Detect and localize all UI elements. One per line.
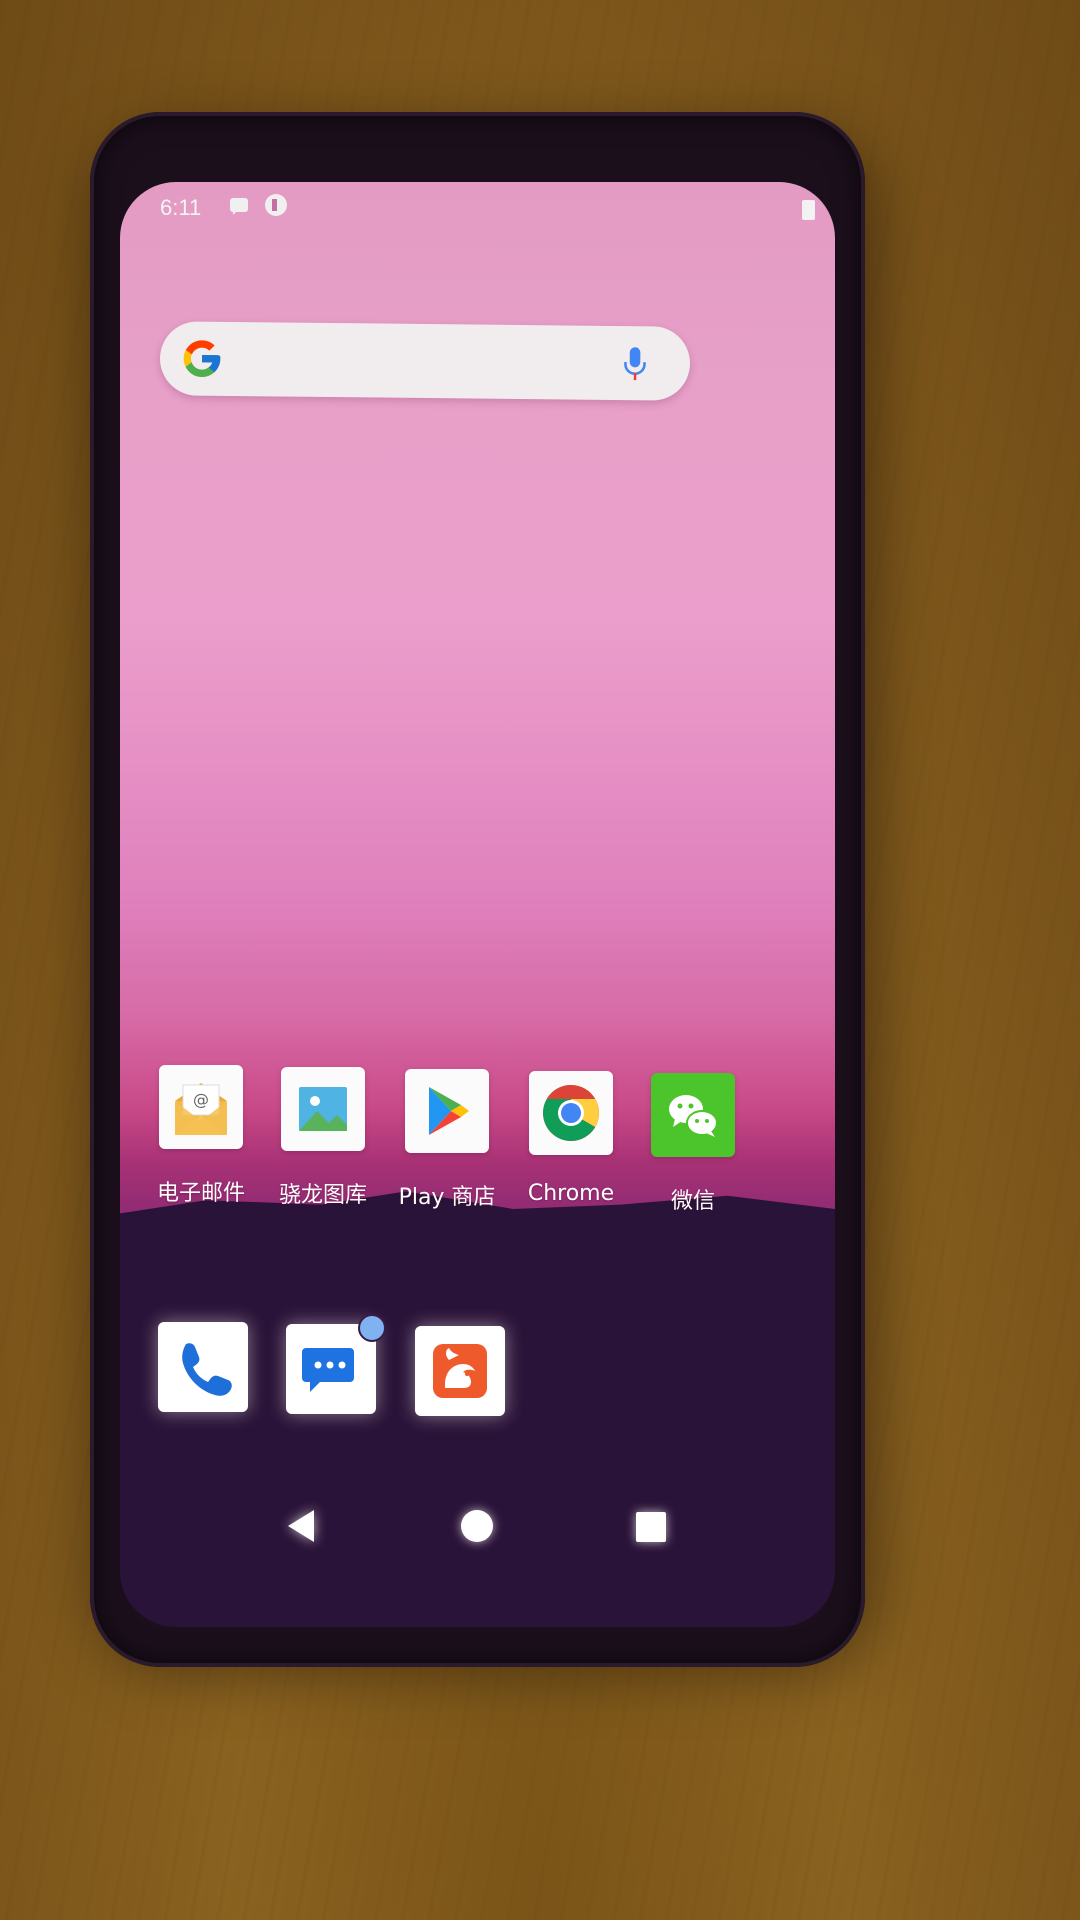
app-messaging[interactable] [286, 1314, 386, 1414]
play-store-icon [405, 1069, 489, 1153]
wechat-icon [651, 1073, 735, 1157]
message-notification-icon [230, 198, 248, 215]
app-gallery[interactable]: 骁龙图库 [268, 1067, 378, 1209]
email-icon: @ [159, 1065, 243, 1149]
app-label: 电子邮件 [156, 1181, 245, 1206]
status-bar: 6:11 [120, 182, 835, 232]
phone-icon [158, 1322, 248, 1412]
recents-icon[interactable] [636, 1512, 666, 1542]
chrome-icon [529, 1071, 613, 1155]
app-chrome[interactable]: Chrome [516, 1071, 626, 1206]
battery-icon [802, 200, 815, 220]
microphone-icon[interactable] [622, 346, 648, 382]
phone-body: 6:11 @ 电子邮件 骁龙图库 Play 商店 Chrome 微信 [90, 112, 865, 1667]
app-wechat[interactable]: 微信 [638, 1073, 748, 1215]
app-phone[interactable] [158, 1322, 248, 1412]
app-play-store[interactable]: Play 商店 [392, 1069, 502, 1211]
svg-text:@: @ [193, 1090, 209, 1109]
home-icon[interactable] [461, 1510, 493, 1542]
gallery-icon [281, 1067, 365, 1151]
dock [120, 1314, 835, 1432]
uc-browser-icon [415, 1326, 505, 1416]
back-icon[interactable] [288, 1510, 314, 1542]
app-label: 微信 [670, 1189, 715, 1214]
app-label: 骁龙图库 [278, 1183, 367, 1208]
desk-background: 6:11 @ 电子邮件 骁龙图库 Play 商店 Chrome 微信 [0, 0, 1080, 1920]
notification-badge [358, 1314, 386, 1342]
home-app-row: @ 电子邮件 骁龙图库 Play 商店 Chrome 微信 [120, 1065, 835, 1237]
app-uc-browser[interactable] [415, 1326, 505, 1416]
navigation-bar [120, 1482, 835, 1572]
home-screen: 6:11 @ 电子邮件 骁龙图库 Play 商店 Chrome 微信 [120, 182, 835, 1627]
google-g-icon [183, 340, 221, 377]
google-search-bar[interactable] [159, 321, 691, 401]
app-label: Play 商店 [398, 1185, 496, 1210]
app-label: Chrome [527, 1181, 615, 1206]
app-notification-icon [265, 194, 287, 216]
status-time: 6:11 [160, 195, 202, 220]
app-email[interactable]: @ 电子邮件 [146, 1065, 256, 1207]
